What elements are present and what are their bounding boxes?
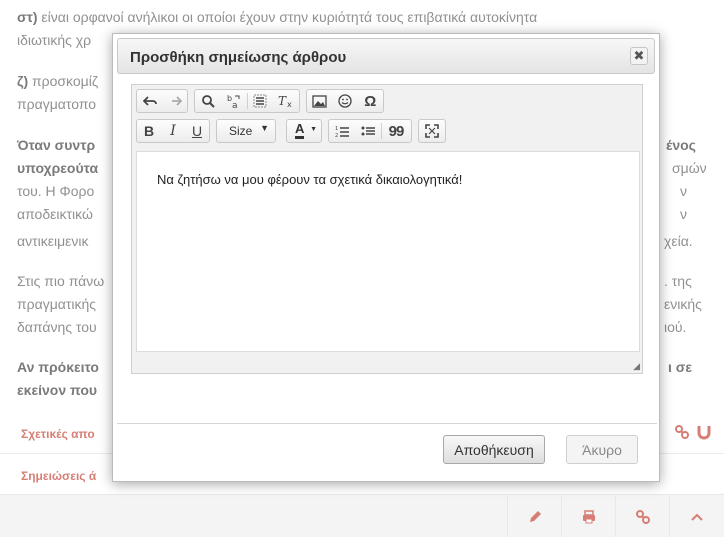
italic-button[interactable]: I [161,120,185,142]
dialog-titlebar: Προσθήκη σημείωσης άρθρου ✖ [117,38,655,74]
text-color-icon: A [295,122,305,139]
insert-smiley-button[interactable] [332,90,357,112]
numbered-list-icon: 12 [335,126,349,138]
remove-format-button[interactable]: Tx [273,90,299,112]
select-all-icon [253,94,267,108]
toolbar-group-edit: ba Tx [194,89,300,113]
smiley-icon [338,94,352,108]
rich-text-editor: ba Tx Ω B I U Size ▼ A ▼ 1 2 99 Να ζητήσ… [131,84,643,374]
dialog-title: Προσθήκη σημείωσης άρθρου [130,49,347,66]
image-icon [312,94,327,108]
svg-text:2: 2 [335,133,338,138]
caret-down-icon: ▼ [310,126,317,133]
toolbar-group-insert: Ω [306,89,384,113]
svg-text:T: T [278,94,287,108]
blockquote-button[interactable]: 99 [382,120,410,142]
special-char-button[interactable]: Ω [358,90,383,112]
cancel-button[interactable]: Άκυρο [566,435,638,464]
svg-text:1: 1 [335,126,338,132]
bulleted-list-button[interactable] [355,120,381,142]
close-button[interactable]: ✖ [630,47,648,65]
font-size-select[interactable]: Size ▼ [216,119,276,143]
add-note-dialog: Προσθήκη σημείωσης άρθρου ✖ ba Tx Ω B I … [112,33,660,482]
dialog-footer-divider [117,423,657,424]
replace-icon: ba [227,94,240,109]
caret-down-icon: ▼ [260,123,269,133]
select-all-button[interactable] [247,90,273,112]
maximize-icon [425,124,439,138]
undo-button[interactable] [137,90,163,112]
editor-content-area[interactable]: Να ζητήσω να μου φέρουν τα σχετικά δικαι… [136,151,640,352]
resize-handle-icon[interactable]: ◢ [633,361,640,372]
undo-icon [143,96,157,106]
font-size-label: Size [229,124,253,138]
svg-text:x: x [287,100,292,108]
maximize-button[interactable] [418,119,446,143]
bulleted-list-icon [361,126,375,135]
text-color-button[interactable]: A ▼ [286,119,322,143]
insert-image-button[interactable] [307,90,332,112]
replace-button[interactable]: ba [221,90,247,112]
toolbar-group-lists: 12 99 [328,119,412,143]
search-icon [201,95,215,108]
toolbar-group-basicstyles: B I U [136,119,210,143]
underline-button[interactable]: U [185,120,209,142]
clear-format-icon: Tx [278,94,292,108]
svg-text:a: a [232,101,238,109]
redo-button[interactable] [163,90,187,112]
bold-button[interactable]: B [137,120,161,142]
save-button[interactable]: Αποθήκευση [443,435,545,464]
find-button[interactable] [195,90,221,112]
numbered-list-button[interactable]: 12 [329,120,355,142]
toolbar-group-history [136,89,188,113]
redo-icon [172,96,182,106]
